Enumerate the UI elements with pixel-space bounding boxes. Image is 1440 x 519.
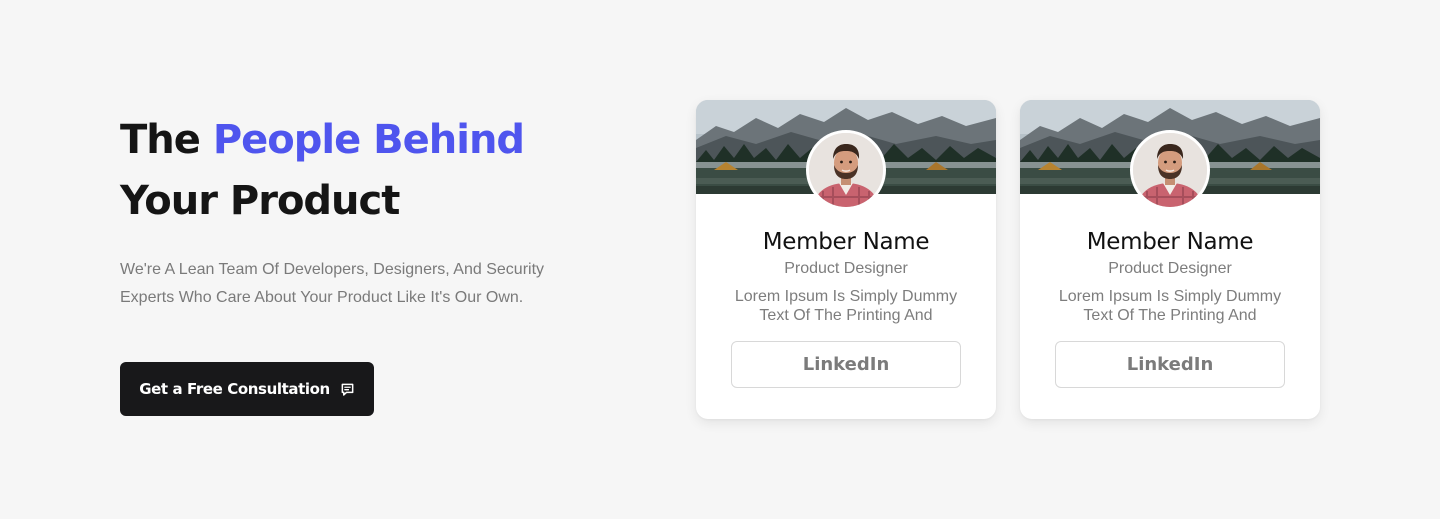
headline-part-1: The <box>120 117 213 163</box>
chat-bubble-icon <box>340 382 355 397</box>
member-avatar <box>806 130 886 210</box>
cta-label: Get a Free Consultation <box>139 380 330 398</box>
member-name: Member Name <box>762 229 930 255</box>
hero-subtitle: We're A Lean Team Of Developers, Designe… <box>120 261 545 306</box>
member-name: Member Name <box>1086 229 1254 255</box>
member-avatar <box>1130 130 1210 210</box>
linkedin-button[interactable]: LinkedIn <box>731 341 961 388</box>
member-role: Product Designer <box>784 260 908 277</box>
hero-section: The People Behind Your Product We're A L… <box>120 110 620 416</box>
headline-part-2: Your Product <box>120 178 400 224</box>
linkedin-button[interactable]: LinkedIn <box>1055 341 1285 388</box>
team-member-card: Member Name Product Designer Lorem Ipsum… <box>1020 100 1320 419</box>
free-consultation-button[interactable]: Get a Free Consultation <box>120 362 374 416</box>
team-member-card: Member Name Product Designer Lorem Ipsum… <box>696 100 996 419</box>
member-bio: Lorem Ipsum Is Simply Dummy Text Of The … <box>1058 288 1282 324</box>
member-role: Product Designer <box>1108 260 1232 277</box>
headline-accent: People Behind <box>212 117 525 163</box>
hero-headline: The People Behind Your Product <box>120 110 620 232</box>
member-bio: Lorem Ipsum Is Simply Dummy Text Of The … <box>734 288 958 324</box>
